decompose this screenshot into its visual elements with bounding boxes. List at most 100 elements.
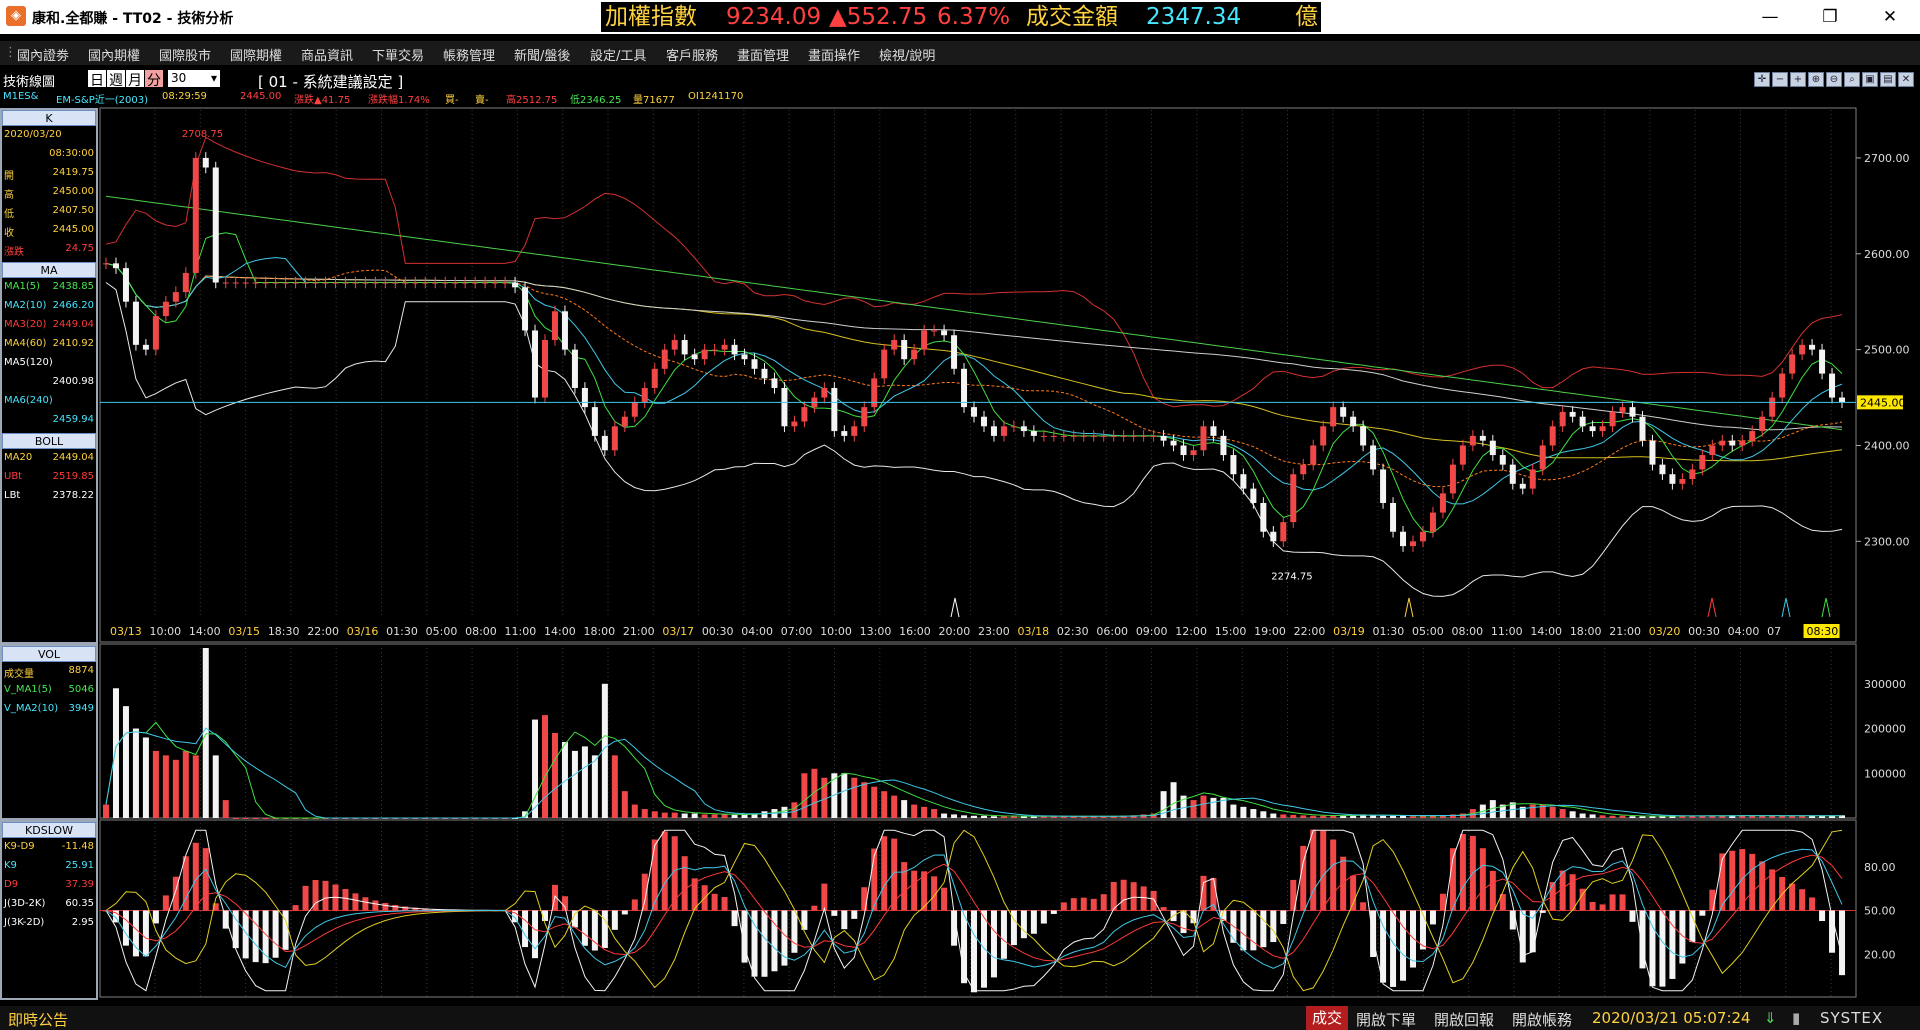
volume-bar bbox=[861, 782, 868, 818]
volume-bar bbox=[1380, 815, 1387, 818]
candle-body bbox=[1330, 407, 1337, 427]
price-x-tick-label: 18:00 bbox=[1570, 625, 1602, 638]
volume-bar bbox=[242, 818, 249, 819]
price-x-tick-label: 21:00 bbox=[1609, 625, 1641, 638]
open-report-button[interactable]: 開啟回報 bbox=[1434, 1009, 1494, 1030]
boll-ma-row: MA20 2449.04 bbox=[4, 452, 94, 463]
price-x-tick-label: 18:00 bbox=[583, 625, 615, 638]
kd-histogram-bar bbox=[1070, 898, 1077, 911]
kd-histogram-bar bbox=[342, 888, 349, 911]
kd-histogram-bar bbox=[202, 848, 209, 911]
kd-section-header[interactable]: KDSLOW bbox=[2, 822, 96, 838]
kd-y-tick-label: 20.00 bbox=[1864, 948, 1896, 961]
price-panel-border bbox=[99, 107, 1857, 643]
candle-body bbox=[392, 282, 399, 284]
k-section-header[interactable]: K bbox=[2, 110, 96, 126]
volume-bar bbox=[132, 728, 139, 818]
kd-histogram-bar bbox=[591, 910, 598, 951]
candle-body bbox=[282, 282, 289, 284]
kd-histogram-bar bbox=[362, 897, 369, 911]
kd-histogram-bar bbox=[1669, 910, 1676, 979]
open-order-button[interactable]: 開啟下單 bbox=[1356, 1009, 1416, 1030]
volume-bar bbox=[1230, 804, 1237, 818]
volume-bar bbox=[1240, 806, 1247, 818]
kd-histogram-bar bbox=[352, 893, 359, 911]
volume-bar bbox=[1320, 815, 1327, 818]
vol-ma2-line bbox=[105, 727, 1842, 819]
kd-histogram-bar bbox=[1080, 897, 1087, 911]
price-x-tick-label: 19:00 bbox=[1254, 625, 1286, 638]
candle-body bbox=[1000, 426, 1007, 436]
kd-histogram-bar bbox=[711, 893, 718, 911]
k-low-row: 低 2407.50 bbox=[4, 205, 94, 220]
kd-histogram-bar bbox=[1659, 910, 1666, 987]
price-x-tick-label: 11:00 bbox=[1491, 625, 1523, 638]
volume-bar bbox=[681, 813, 688, 818]
kd-histogram-bar bbox=[631, 899, 638, 911]
kd-histogram-bar bbox=[532, 910, 539, 959]
kd-histogram-bar bbox=[1809, 897, 1816, 911]
candle-body bbox=[1569, 411, 1576, 417]
volume-bar bbox=[591, 755, 598, 818]
kd-histogram-bar bbox=[1120, 879, 1127, 911]
candle-body bbox=[931, 330, 938, 332]
candle-body bbox=[482, 282, 489, 284]
indicator-values-panel: K 2020/03/20 08:30:00 開 2419.75 高 2450.00 … bbox=[0, 108, 98, 998]
kd-histogram-bar bbox=[1789, 883, 1796, 911]
ma6-value-row: 2459.94 bbox=[52, 414, 94, 425]
ma6-row: MA6(240) bbox=[4, 395, 53, 406]
announcement-label[interactable]: 即時公告 bbox=[8, 1009, 68, 1030]
ma2-row: MA2(10) 2466.20 bbox=[4, 300, 94, 311]
candle-body bbox=[322, 282, 329, 284]
status-bar: 即時公告 成交 開啟下單 開啟回報 開啟帳務 2020/03/21 05:07:… bbox=[0, 1006, 1920, 1030]
candle-body bbox=[641, 387, 648, 403]
candle-body bbox=[1270, 531, 1277, 542]
low-annotation: 2274.75 bbox=[1271, 572, 1312, 583]
price-x-tick-label: 03/17 bbox=[662, 625, 694, 638]
candle-body bbox=[192, 157, 199, 273]
price-x-tick-label: 00:30 bbox=[1688, 625, 1720, 638]
volume-bar bbox=[103, 804, 109, 818]
technical-chart[interactable]: 2300.00 2400.00 2500.00 2600.00 2700.00 2445.… bbox=[0, 0, 1920, 1006]
candle-body bbox=[1100, 435, 1107, 437]
open-account-button[interactable]: 開啟帳務 bbox=[1512, 1009, 1572, 1030]
candle-body bbox=[1410, 541, 1417, 547]
volume-bar bbox=[641, 809, 648, 818]
candle-body bbox=[1729, 440, 1736, 446]
volume-bar bbox=[931, 809, 938, 818]
price-x-tick-label: 00:30 bbox=[702, 625, 734, 638]
candle-body bbox=[362, 282, 369, 284]
price-x-tick-label: 14:00 bbox=[1530, 625, 1562, 638]
kd-d-row: D9 37.39 bbox=[4, 879, 94, 890]
kd-histogram-bar bbox=[1729, 850, 1736, 911]
candle-body bbox=[591, 407, 598, 436]
boll-lower-row: LBt 2378.22 bbox=[4, 490, 94, 501]
candle-body bbox=[831, 387, 838, 432]
candle-body bbox=[1499, 455, 1506, 465]
candle-body bbox=[132, 301, 139, 345]
candle-body bbox=[911, 349, 918, 360]
candle-body bbox=[1709, 445, 1716, 456]
volume-bar bbox=[1300, 815, 1307, 818]
candle-body bbox=[1559, 411, 1566, 427]
vol-section-header[interactable]: VOL bbox=[2, 646, 96, 662]
candle-body bbox=[921, 330, 928, 350]
volume-bar bbox=[1410, 816, 1417, 818]
ma4-row: MA4(60) 2410.92 bbox=[4, 338, 94, 349]
trade-status-badge: 成交 bbox=[1306, 1006, 1349, 1030]
candle-body bbox=[372, 282, 379, 284]
kd-histogram-bar bbox=[1390, 910, 1397, 987]
download-arrow-icon: ⇓ bbox=[1764, 1009, 1777, 1027]
candle-body bbox=[1469, 435, 1476, 446]
candle-body bbox=[442, 282, 449, 284]
price-x-tick-label: 02:30 bbox=[1057, 625, 1089, 638]
volume-bar bbox=[1569, 811, 1576, 818]
ma-section-header[interactable]: MA bbox=[2, 262, 96, 278]
price-x-tick-label: 08:00 bbox=[465, 625, 497, 638]
candle-body bbox=[1579, 416, 1586, 427]
candle-body bbox=[1320, 426, 1327, 446]
boll-section-header[interactable]: BOLL bbox=[2, 433, 96, 449]
candle-body bbox=[551, 311, 558, 341]
candle-body bbox=[1439, 493, 1446, 513]
kd-histogram-bar bbox=[1699, 910, 1706, 916]
